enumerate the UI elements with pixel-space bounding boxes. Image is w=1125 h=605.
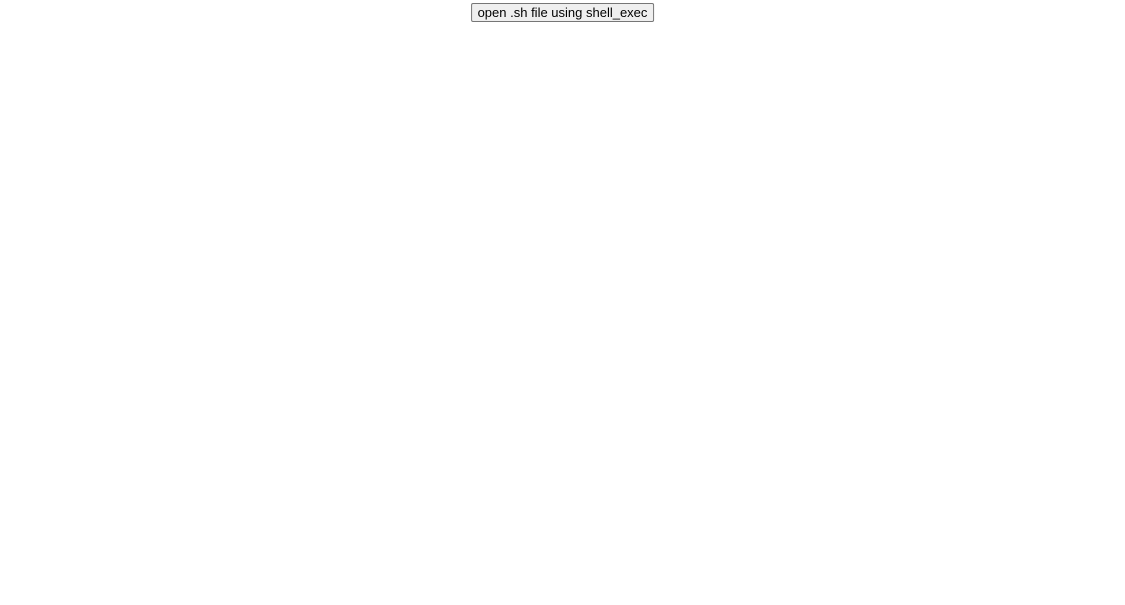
open-sh-file-button[interactable]: open .sh file using shell_exec [471,3,655,22]
button-container: open .sh file using shell_exec [471,3,655,22]
